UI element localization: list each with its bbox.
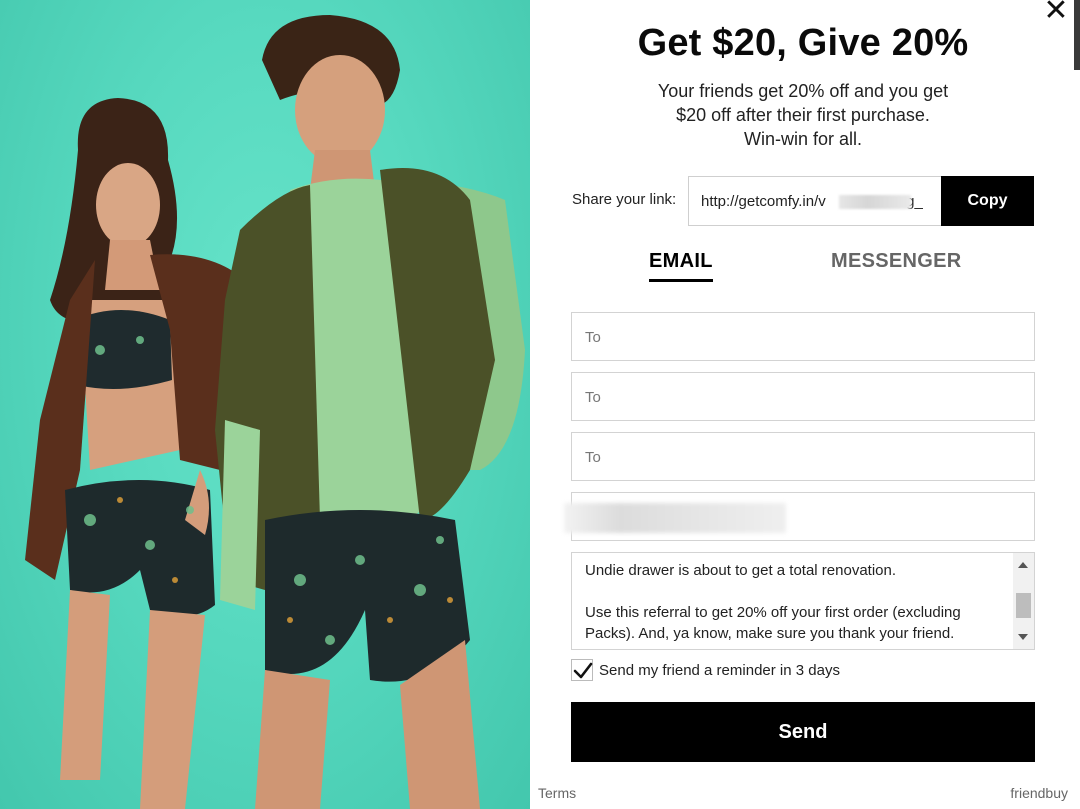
redaction-blur [564, 503, 786, 533]
tab-messenger[interactable]: MESSENGER [831, 250, 962, 273]
redaction-blur [839, 195, 911, 209]
subtext-line: $20 off after their first purchase. [676, 105, 930, 125]
to-field[interactable]: To [571, 372, 1035, 421]
scroll-thumb[interactable] [1016, 593, 1031, 618]
models-illustration [25, 15, 525, 809]
message-paragraph: Use this referral to get 20% off your fi… [585, 604, 961, 642]
message-text: Undie drawer is about to get a total ren… [585, 560, 1010, 649]
share-link-label: Share your link: [572, 191, 677, 208]
message-paragraph: Undie drawer is about to get a total ren… [585, 562, 897, 579]
promo-photo [0, 0, 530, 809]
share-link-prefix: http://getcomfy.in/v [701, 193, 826, 210]
friendbuy-link[interactable]: friendbuy [1010, 785, 1068, 801]
scroll-up-icon[interactable] [1018, 562, 1028, 568]
reminder-option[interactable]: Send my friend a reminder in 3 days [571, 659, 840, 681]
reminder-checkbox[interactable] [571, 659, 593, 681]
referral-modal: ✕ Get $20, Give 20% Your friends get 20%… [530, 0, 1080, 809]
checkmark-icon [573, 662, 593, 679]
subtext-line: Win-win for all. [743, 129, 863, 149]
copy-button[interactable]: Copy [941, 176, 1034, 226]
to-field[interactable]: To [571, 432, 1035, 481]
to-field[interactable]: To [571, 312, 1035, 361]
terms-link[interactable]: Terms [538, 785, 576, 801]
sender-field[interactable] [564, 492, 1035, 541]
message-scrollbar[interactable] [1013, 553, 1034, 649]
modal-subtext: Your friends get 20% off and you get $20… [530, 79, 1076, 151]
share-link-field[interactable]: http://getcomfy.in/vng_ [688, 176, 942, 226]
subtext-line: Your friends get 20% off and you get [657, 81, 949, 101]
message-textarea[interactable]: Undie drawer is about to get a total ren… [571, 552, 1035, 650]
modal-headline: Get $20, Give 20% [637, 22, 969, 64]
close-icon[interactable]: ✕ [1040, 0, 1072, 26]
send-button[interactable]: Send [571, 702, 1035, 762]
scroll-down-icon[interactable] [1018, 634, 1028, 640]
reminder-label: Send my friend a reminder in 3 days [599, 661, 840, 679]
tab-email[interactable]: EMAIL [649, 250, 713, 282]
